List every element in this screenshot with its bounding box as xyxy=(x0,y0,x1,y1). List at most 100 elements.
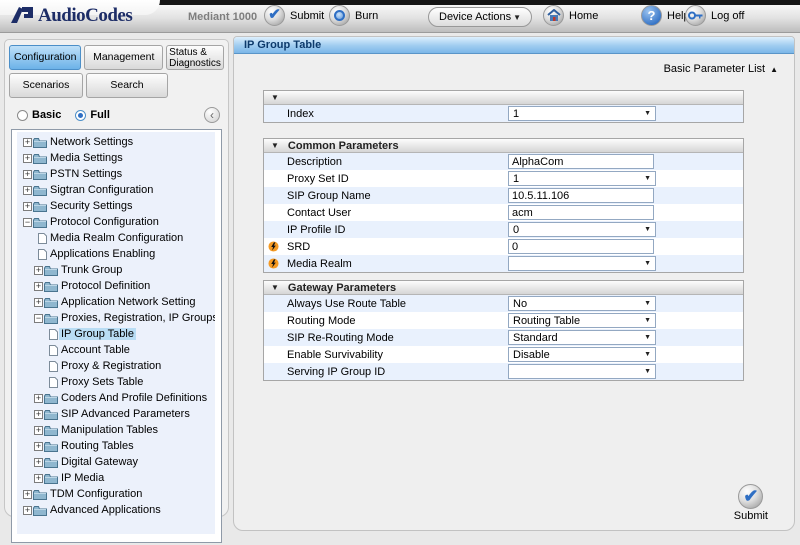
section-header-index[interactable]: ▼ xyxy=(264,91,743,105)
parameter-sections: ▼Index1▼▼Common ParametersDescriptionPro… xyxy=(263,90,744,381)
tab-scenarios[interactable]: Scenarios xyxy=(9,73,83,98)
triangle-down-icon[interactable]: ▼ xyxy=(271,141,279,150)
submit-toolbar-button[interactable]: ✔ Submit xyxy=(264,5,324,26)
page-icon xyxy=(38,249,47,260)
expand-box-icon[interactable]: + xyxy=(23,490,32,499)
tree-item-proxy-sets-table[interactable]: Proxy Sets Table xyxy=(17,374,215,390)
tree-item-sigtran-configuration[interactable]: +Sigtran Configuration xyxy=(17,182,215,198)
serving-ip-group-id-select[interactable]: ▼ xyxy=(508,364,656,379)
tab-search[interactable]: Search xyxy=(86,73,168,98)
sip-group-name-input[interactable] xyxy=(508,188,654,203)
tree-item-account-table[interactable]: Account Table xyxy=(17,342,215,358)
tree-item-security-settings[interactable]: +Security Settings xyxy=(17,198,215,214)
param-label: SIP Group Name xyxy=(264,190,508,202)
description-input[interactable] xyxy=(508,154,654,169)
tree-item-label: IP Group Table xyxy=(59,328,136,340)
tree-item-label: Network Settings xyxy=(48,136,135,148)
sidebar-collapse-button[interactable]: ‹ xyxy=(204,107,220,123)
triangle-down-icon[interactable]: ▼ xyxy=(271,283,279,292)
expand-box-icon[interactable]: + xyxy=(34,282,43,291)
folder-icon xyxy=(44,393,58,404)
tree-item-manipulation-tables[interactable]: + Manipulation Tables xyxy=(17,422,215,438)
tree-item-label: Coders And Profile Definitions xyxy=(59,392,209,404)
section-title: Common Parameters xyxy=(288,140,399,152)
expand-box-icon[interactable]: + xyxy=(23,186,32,195)
routing-mode-select[interactable]: Routing Table▼ xyxy=(508,313,656,328)
tree-item-ip-group-table[interactable]: IP Group Table xyxy=(17,326,215,342)
expand-box-icon[interactable]: + xyxy=(34,458,43,467)
param-label: Enable Survivability xyxy=(264,349,508,361)
expand-box-icon[interactable]: + xyxy=(34,298,43,307)
expand-box-icon[interactable]: + xyxy=(34,394,43,403)
expand-box-icon[interactable]: + xyxy=(23,154,32,163)
tree-item-label: Routing Tables xyxy=(59,440,136,452)
expand-box-icon[interactable]: + xyxy=(23,138,32,147)
tree-item-ip-media[interactable]: +IP Media xyxy=(17,470,215,486)
media-realm-select[interactable]: ▼ xyxy=(508,256,656,271)
radio-full[interactable] xyxy=(75,110,86,121)
folder-icon xyxy=(44,473,58,484)
tree-item-application-network-setting[interactable]: +Application Network Setting xyxy=(17,294,215,310)
tree-item-proxies-registration-ip-groups[interactable]: −Proxies, Registration, IP Groups xyxy=(17,310,215,326)
param-row-description: Description xyxy=(264,153,743,170)
expand-box-icon[interactable]: + xyxy=(23,170,32,179)
contact-user-input[interactable] xyxy=(508,205,654,220)
help-button[interactable]: ? Help xyxy=(641,5,690,26)
ip-profile-id-select[interactable]: 0▼ xyxy=(508,222,656,237)
srd-input[interactable] xyxy=(508,239,654,254)
radio-basic[interactable] xyxy=(17,110,28,121)
enable-survivability-select[interactable]: Disable▼ xyxy=(508,347,656,362)
expand-box-icon[interactable]: + xyxy=(34,426,43,435)
tree-item-digital-gateway[interactable]: +Digital Gateway xyxy=(17,454,215,470)
folder-icon xyxy=(33,217,47,228)
tree-item-network-settings[interactable]: + Network Settings xyxy=(17,134,215,150)
tree-item-proxy-registration[interactable]: Proxy & Registration xyxy=(17,358,215,374)
logoff-button[interactable]: Log off xyxy=(685,5,744,26)
tree-item-pstn-settings[interactable]: +PSTN Settings xyxy=(17,166,215,182)
device-actions-dropdown[interactable]: Device Actions ▼ xyxy=(428,7,532,27)
select-value: Disable xyxy=(513,349,550,361)
page-icon xyxy=(49,377,58,388)
proxy-set-id-select[interactable]: 1▼ xyxy=(508,171,656,186)
section-header-common-parameters[interactable]: ▼ Common Parameters xyxy=(264,139,743,153)
home-button[interactable]: Home xyxy=(543,5,598,26)
expand-box-icon[interactable]: + xyxy=(23,506,32,515)
tree-item-tdm-configuration[interactable]: +TDM Configuration xyxy=(17,486,215,502)
expand-box-icon[interactable]: + xyxy=(23,202,32,211)
submit-button[interactable]: ✔ Submit xyxy=(734,484,768,522)
section-header-gateway-parameters[interactable]: ▼Gateway Parameters xyxy=(264,281,743,295)
tree-item-protocol-definition[interactable]: +Protocol Definition xyxy=(17,278,215,294)
tree-item-routing-tables[interactable]: + Routing Tables xyxy=(17,438,215,454)
tree-item-coders-and-profile-definitions[interactable]: + Coders And Profile Definitions xyxy=(17,390,215,406)
folder-icon xyxy=(33,185,47,196)
expand-box-icon[interactable]: + xyxy=(34,474,43,483)
tree-item-label: Manipulation Tables xyxy=(59,424,160,436)
expand-box-icon[interactable]: + xyxy=(34,442,43,451)
home-icon xyxy=(543,5,564,26)
folder-icon xyxy=(33,169,47,180)
tree-item-protocol-configuration[interactable]: −Protocol Configuration xyxy=(17,214,215,230)
param-row-srd: SRD xyxy=(264,238,743,255)
select-arrow-icon: ▼ xyxy=(644,110,651,117)
tree-item-sip-advanced-parameters[interactable]: +SIP Advanced Parameters xyxy=(17,406,215,422)
tree-item-trunk-group[interactable]: +Trunk Group xyxy=(17,262,215,278)
select-arrow-icon: ▼ xyxy=(644,368,651,375)
expand-box-icon[interactable]: + xyxy=(34,266,43,275)
tab-management[interactable]: Management xyxy=(84,45,163,70)
basic-parameter-list-toggle[interactable]: Basic Parameter List ▲ xyxy=(664,63,778,75)
tree-item-applications-enabling[interactable]: Applications Enabling xyxy=(17,246,215,262)
tree-item-media-settings[interactable]: +Media Settings xyxy=(17,150,215,166)
collapse-box-icon[interactable]: − xyxy=(34,314,43,323)
page-icon xyxy=(38,233,47,244)
tab-status-diagnostics[interactable]: Status & Diagnostics xyxy=(166,45,224,70)
collapse-box-icon[interactable]: − xyxy=(23,218,32,227)
tree-item-advanced-applications[interactable]: +Advanced Applications xyxy=(17,502,215,518)
always-use-route-table-select[interactable]: No▼ xyxy=(508,296,656,311)
expand-box-icon[interactable]: + xyxy=(34,410,43,419)
tab-configuration[interactable]: Configuration xyxy=(9,45,81,70)
tree-item-media-realm-configuration[interactable]: Media Realm Configuration xyxy=(17,230,215,246)
index-select[interactable]: 1▼ xyxy=(508,106,656,121)
sip-re-routing-mode-select[interactable]: Standard▼ xyxy=(508,330,656,345)
triangle-down-icon[interactable]: ▼ xyxy=(271,93,279,102)
burn-button[interactable]: Burn xyxy=(329,5,378,26)
